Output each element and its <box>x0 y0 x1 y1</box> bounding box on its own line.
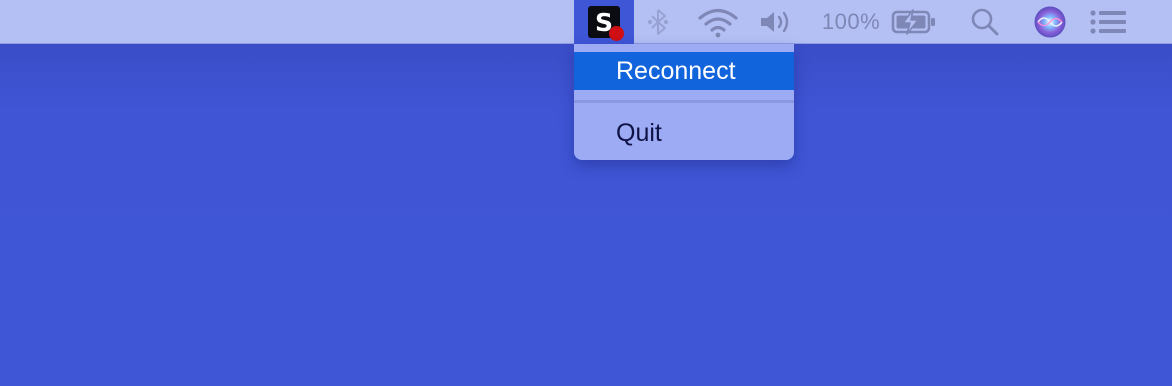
siri-menu-extra[interactable] <box>1030 0 1070 44</box>
menu-item-label: Quit <box>616 119 662 147</box>
bluetooth-icon <box>647 9 669 35</box>
wifi-icon <box>698 8 738 38</box>
battery-percentage[interactable]: 100% <box>818 0 884 44</box>
menu-item-quit[interactable]: Quit <box>574 114 794 152</box>
battery-charging-icon <box>891 9 935 35</box>
status-dot <box>609 26 624 41</box>
notification-center-icon <box>1090 10 1126 34</box>
battery-menu-extra[interactable] <box>888 0 940 44</box>
volume-menu-extra[interactable] <box>756 0 796 44</box>
bluetooth-menu-extra[interactable] <box>640 0 676 44</box>
siri-icon <box>1034 6 1066 38</box>
menu-item-label: Reconnect <box>616 57 736 85</box>
spotlight-menu-extra[interactable] <box>966 0 1004 44</box>
menu-item-reconnect[interactable]: Reconnect <box>574 52 794 90</box>
status-app-dropdown-menu: Reconnect Quit <box>574 44 794 160</box>
notification-center-menu-extra[interactable] <box>1086 0 1130 44</box>
menu-separator <box>574 100 794 103</box>
volume-icon <box>761 11 789 33</box>
status-app-icon: S <box>588 6 624 41</box>
menu-bar: S 100% <box>0 0 1172 44</box>
spotlight-search-icon <box>971 8 999 36</box>
status-app-menu-extra[interactable]: S <box>574 0 634 44</box>
wifi-menu-extra[interactable] <box>694 0 742 44</box>
